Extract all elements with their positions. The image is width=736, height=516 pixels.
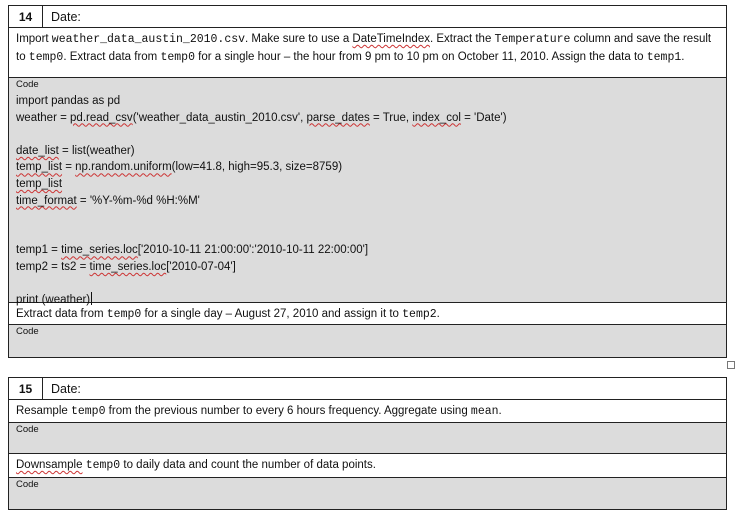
question-14-instructions[interactable]: Import weather_data_austin_2010.csv. Mak… xyxy=(9,28,726,78)
question-number: 14 xyxy=(9,6,43,27)
code-label: Code xyxy=(16,79,39,90)
code-cell[interactable]: Code xyxy=(9,325,726,357)
code-line: date_list = list(weather) xyxy=(16,144,135,157)
date-label[interactable]: Date: xyxy=(43,382,81,396)
question-15-subtask[interactable]: Downsample temp0 to daily data and count… xyxy=(9,454,726,478)
code-line: temp2 = ts2 = time_series.loc['2010-07-0… xyxy=(16,260,236,273)
code-line: temp_list xyxy=(16,177,63,190)
spellcheck-word: DateTimeIndex xyxy=(352,33,430,45)
code-label: Code xyxy=(16,326,39,337)
code-line: temp1 = time_series.loc['2010-10-11 21:0… xyxy=(16,244,369,257)
code-editor[interactable]: import pandas as pd weather = pd.read_cs… xyxy=(9,91,726,309)
question-number: 15 xyxy=(9,378,43,399)
code-label: Code xyxy=(16,424,39,435)
question-14-table: 14 Date: Import weather_data_austin_2010… xyxy=(8,5,727,358)
code-label: Code xyxy=(16,479,39,490)
question-15-table: 15 Date: Resample temp0 from the previou… xyxy=(8,377,727,510)
code-line: temp_list = np.random.uniform(low=41.8, … xyxy=(16,161,343,174)
code-cell[interactable]: Code import pandas as pd weather = pd.re… xyxy=(9,78,726,306)
question-14-header: 14 Date: xyxy=(9,6,726,28)
question-15-instructions[interactable]: Resample temp0 from the previous number … xyxy=(9,400,726,423)
date-label[interactable]: Date: xyxy=(43,10,81,24)
code-line: weather = pd.read_csv('weather_data_aust… xyxy=(16,111,507,124)
code-line: import pandas as pd xyxy=(16,95,121,107)
question-15-header: 15 Date: xyxy=(9,378,726,400)
code-line: time_format = '%Y-%m-%d %H:%M' xyxy=(16,194,200,207)
table-resize-handle[interactable] xyxy=(727,361,735,369)
text-cursor xyxy=(91,292,93,306)
filename-text: weather_data_austin_2010.csv xyxy=(51,33,246,46)
code-cell[interactable]: Code xyxy=(9,478,726,509)
question-14-subtask[interactable]: Extract data from temp0 for a single day… xyxy=(9,303,726,325)
code-cell[interactable]: Code xyxy=(9,423,726,454)
